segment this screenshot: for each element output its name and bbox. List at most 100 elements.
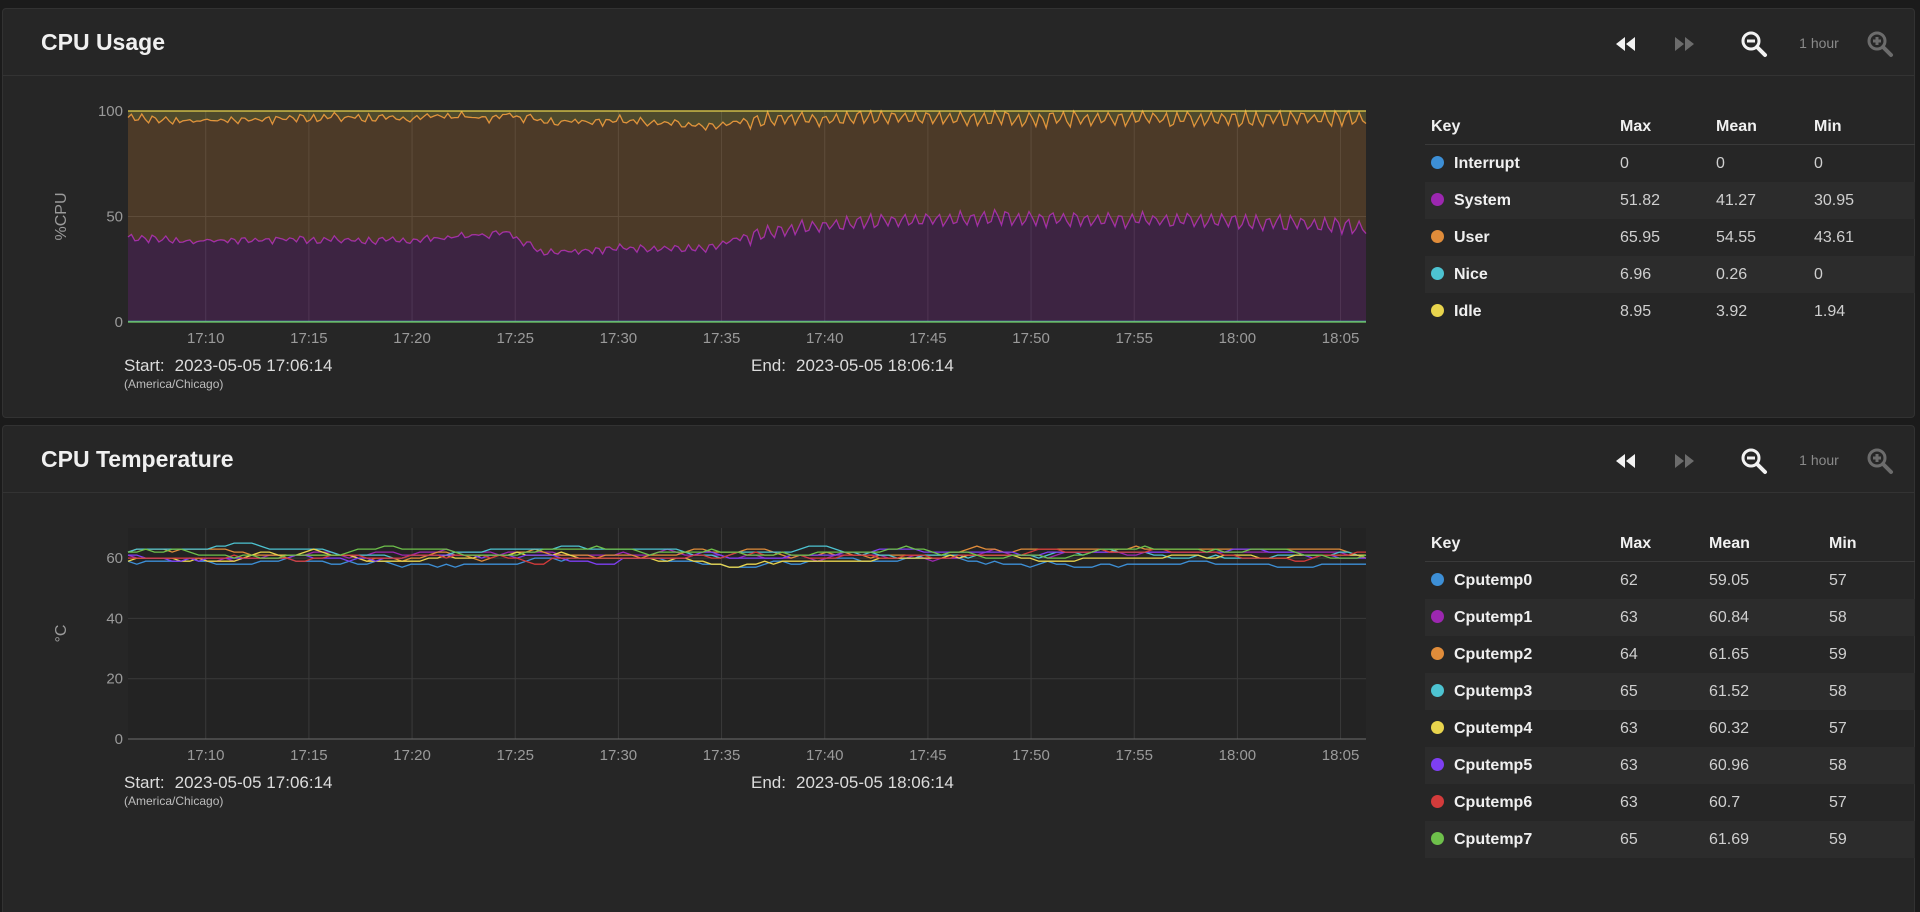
cpu-usage-chart: 17:10 17:15 17:20 17:25 17:30 17:35 17:40 17:45… — [53, 103, 1367, 347]
legend-key: Cputemp4 — [1425, 710, 1620, 747]
x-tick-label: 18:05 — [1322, 747, 1360, 764]
legend-row-nice[interactable]: Nice 6.96 0.26 0 — [1425, 256, 1915, 293]
y-axis-label: °C — [53, 625, 70, 643]
x-tick-label: 17:30 — [600, 330, 638, 347]
zoom-out-icon — [1741, 448, 1767, 474]
legend-mean: 59.05 — [1709, 571, 1750, 589]
zoom-in-button[interactable] — [1865, 29, 1895, 59]
legend-key: Idle — [1425, 293, 1620, 330]
legend-series-name: Cputemp3 — [1454, 682, 1533, 700]
x-tick-label: 17:45 — [909, 330, 947, 347]
x-tick-label: 17:35 — [703, 747, 741, 764]
legend-row-cputemp2[interactable]: Cputemp2 64 61.65 59 — [1425, 636, 1915, 673]
rewind-button[interactable] — [1611, 446, 1641, 476]
legend-min: 57 — [1829, 793, 1847, 811]
series-color-dot — [1431, 303, 1444, 317]
zoom-out-icon — [1741, 31, 1767, 57]
x-tick-label: 18:00 — [1219, 330, 1257, 347]
legend-header-key: Key — [1425, 527, 1620, 562]
legend-series-name: Cputemp6 — [1454, 793, 1533, 811]
x-tick-label: 18:05 — [1322, 330, 1360, 347]
fast-forward-icon — [1675, 454, 1694, 468]
legend-series-name: Cputemp2 — [1454, 645, 1533, 663]
legend-mean: 60.7 — [1709, 793, 1741, 811]
legend-series-name: Interrupt — [1454, 154, 1520, 172]
legend-mean: 41.27 — [1716, 182, 1814, 219]
legend-row-cputemp4[interactable]: Cputemp4 63 60.32 57 — [1425, 710, 1915, 747]
legend-row-cputemp1[interactable]: Cputemp1 63 60.84 58 — [1425, 599, 1915, 636]
legend-key: User — [1425, 219, 1620, 256]
legend-min: 0 — [1814, 256, 1915, 293]
legend-row-cputemp6[interactable]: Cputemp6 63 60.7 57 — [1425, 784, 1915, 821]
legend-row-cputemp7[interactable]: Cputemp7 65 61.69 59 — [1425, 821, 1915, 858]
legend-series-name: System — [1454, 191, 1511, 209]
start-range: Start: 2023-05-05 17:06:14 — [124, 356, 332, 376]
legend-series-name: Cputemp0 — [1454, 571, 1533, 589]
legend-min: 58 — [1829, 599, 1915, 636]
legend-key: System — [1425, 182, 1620, 219]
legend-max: 0 — [1620, 154, 1629, 172]
legend-row-cputemp0[interactable]: Cputemp0 62 59.05 57 — [1425, 562, 1915, 600]
legend-min: 30.95 — [1814, 182, 1915, 219]
legend-header-max: Max — [1620, 110, 1716, 145]
legend-series-name: Cputemp7 — [1454, 830, 1533, 848]
cpu-usage-legend: Key Max Mean Min Interrupt 0 0 0 System 51.82… — [1425, 110, 1915, 330]
x-tick-label: 17:20 — [393, 330, 431, 347]
legend-row-cputemp5[interactable]: Cputemp5 63 60.96 58 — [1425, 747, 1915, 784]
start-range: Start: 2023-05-05 17:06:14 — [124, 773, 332, 793]
legend-max: 51.82 — [1620, 182, 1716, 219]
legend-header-row: Key Max Mean Min — [1425, 527, 1915, 562]
series-color-dot — [1431, 646, 1444, 660]
x-tick-label: 17:15 — [290, 747, 328, 764]
fast-forward-button[interactable] — [1669, 29, 1699, 59]
cpu-temperature-chart: 17:10 17:15 17:20 17:25 17:30 17:35 17:40 17:45… — [53, 528, 1367, 764]
rewind-icon — [1616, 454, 1635, 468]
legend-max: 63 — [1620, 747, 1709, 784]
legend-key: Cputemp3 — [1425, 673, 1620, 710]
y-tick-label: 0 — [115, 731, 123, 748]
legend-max: 65 — [1620, 821, 1709, 858]
legend-key: Cputemp0 — [1425, 562, 1620, 600]
legend-max: 63 — [1620, 793, 1638, 811]
legend-series-name: Cputemp5 — [1454, 756, 1533, 774]
legend-max: 65 — [1620, 673, 1709, 710]
legend-row-interrupt[interactable]: Interrupt 0 0 0 — [1425, 145, 1915, 183]
legend-row-cputemp3[interactable]: Cputemp3 65 61.52 58 — [1425, 673, 1915, 710]
end-range: End: 2023-05-05 18:06:14 — [751, 356, 954, 376]
zoom-out-button[interactable] — [1739, 446, 1769, 476]
legend-key: Cputemp5 — [1425, 747, 1620, 784]
legend-row-system[interactable]: System 51.82 41.27 30.95 — [1425, 182, 1915, 219]
series-color-dot — [1431, 794, 1444, 808]
x-tick-label: 17:40 — [806, 747, 844, 764]
y-tick-label: 100 — [98, 103, 123, 120]
legend-key: Cputemp6 — [1425, 784, 1620, 821]
end-value: 2023-05-05 18:06:14 — [795, 356, 954, 375]
rewind-button[interactable] — [1611, 29, 1641, 59]
legend-series-name: Idle — [1454, 302, 1482, 320]
legend-header-mean: Mean — [1716, 110, 1814, 145]
legend-series-name: Nice — [1454, 265, 1488, 283]
legend-key: Cputemp2 — [1425, 636, 1620, 673]
legend-row-user[interactable]: User 65.95 54.55 43.61 — [1425, 219, 1915, 256]
legend-max: 64 — [1620, 645, 1638, 663]
legend-min: 43.61 — [1814, 228, 1855, 246]
fast-forward-button[interactable] — [1669, 446, 1699, 476]
legend-min: 59 — [1829, 645, 1847, 663]
zoom-in-icon — [1867, 448, 1893, 474]
legend-row-idle[interactable]: Idle 8.95 3.92 1.94 — [1425, 293, 1915, 330]
zoom-out-button[interactable] — [1739, 29, 1769, 59]
legend-key: Interrupt — [1425, 145, 1620, 183]
series-color-dot — [1431, 229, 1444, 243]
series-color-dot — [1431, 757, 1444, 771]
legend-max: 65.95 — [1620, 228, 1661, 246]
legend-min: 57 — [1829, 571, 1847, 589]
legend-header-key: Key — [1425, 110, 1620, 145]
end-label: End: — [751, 773, 786, 792]
zoom-in-button[interactable] — [1865, 446, 1895, 476]
legend-max: 63 — [1620, 599, 1709, 636]
series-color-dot — [1431, 192, 1444, 206]
series-color-dot — [1431, 831, 1444, 845]
y-tick-label: 60 — [106, 550, 123, 567]
y-tick-label: 40 — [106, 610, 123, 627]
start-value: 2023-05-05 17:06:14 — [174, 773, 333, 792]
